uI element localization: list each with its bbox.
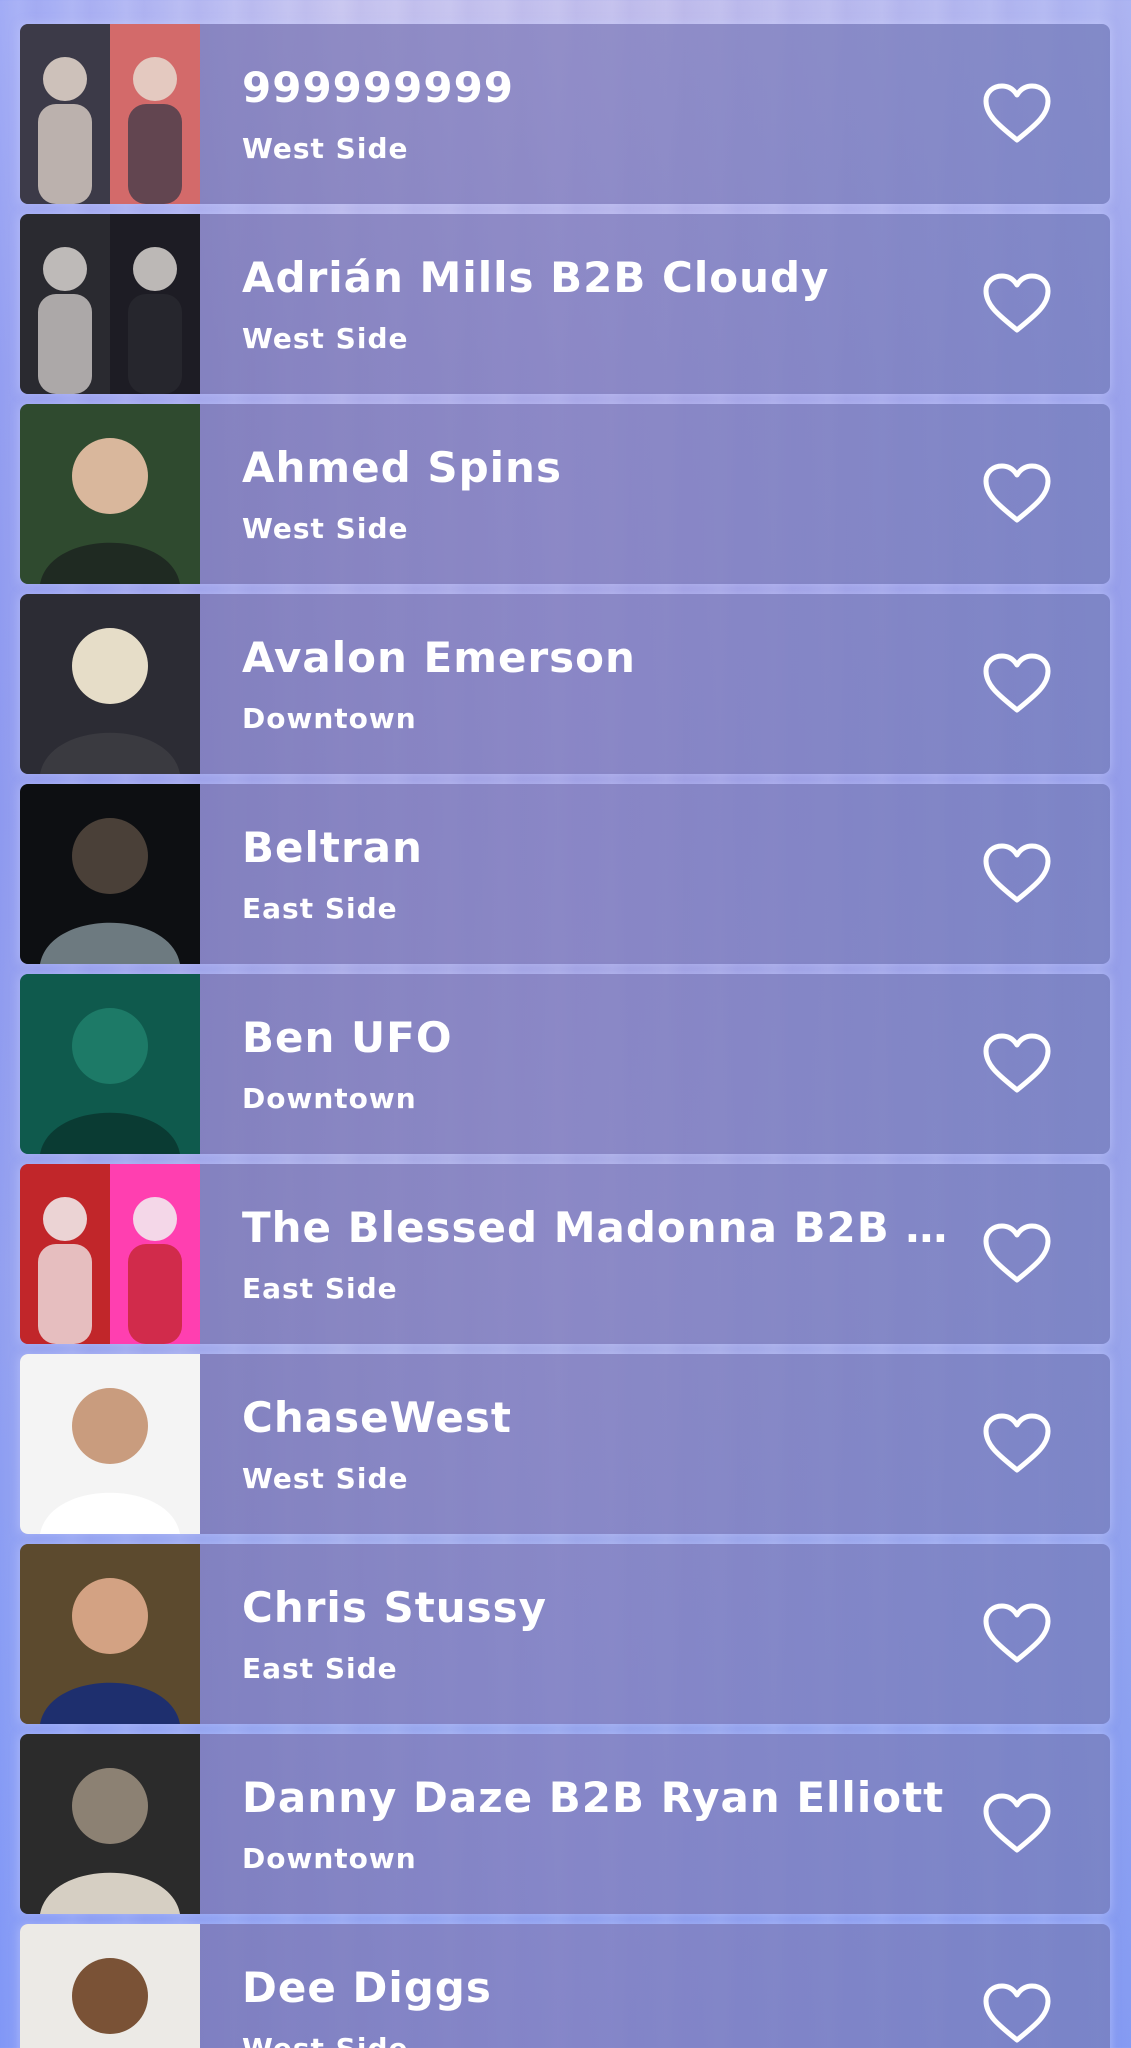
heart-outline-icon [983, 1603, 1051, 1663]
duo-photo [20, 24, 200, 204]
artist-name: 999999999 [242, 63, 515, 112]
favorite-button[interactable] [982, 272, 1052, 336]
portrait-photo [20, 784, 200, 964]
favorite-button[interactable] [982, 842, 1052, 906]
artist-row[interactable]: 999999999 West Side [20, 24, 1110, 204]
heart-outline-icon [983, 1793, 1051, 1853]
portrait-photo [20, 1924, 200, 2048]
artist-location: East Side [242, 1652, 398, 1685]
artist-row[interactable]: Dee Diggs West Side [20, 1924, 1110, 2048]
favorite-button[interactable] [982, 462, 1052, 526]
favorite-button[interactable] [982, 82, 1052, 146]
favorite-button[interactable] [982, 1792, 1052, 1856]
artist-location: West Side [242, 322, 409, 355]
heart-outline-icon [983, 1983, 1051, 2043]
heart-outline-icon [983, 83, 1051, 143]
artist-row[interactable]: The Blessed Madonna B2B H... East Side [20, 1164, 1110, 1344]
favorite-button[interactable] [982, 1982, 1052, 2046]
portrait-photo [20, 594, 200, 774]
heart-outline-icon [983, 1223, 1051, 1283]
artist-name: Ben UFO [242, 1013, 453, 1062]
artist-location: Downtown [242, 1842, 417, 1875]
heart-outline-icon [983, 463, 1051, 523]
artist-name: Danny Daze B2B Ryan Elliott [242, 1773, 945, 1822]
artist-location: West Side [242, 2032, 408, 2048]
artist-location: West Side [242, 512, 409, 545]
artist-name: Chris Stussy [242, 1583, 548, 1632]
artist-name: Beltran [242, 823, 423, 872]
heart-outline-icon [983, 273, 1051, 333]
artist-location: Downtown [242, 702, 417, 735]
artist-name: Adrián Mills B2B Cloudy [242, 253, 830, 302]
artist-name: Ahmed Spins [242, 443, 562, 492]
artist-name: The Blessed Madonna B2B H... [242, 1203, 962, 1252]
portrait-photo [20, 974, 200, 1154]
portrait-photo [20, 1544, 200, 1724]
artist-row[interactable]: Beltran East Side [20, 784, 1110, 964]
artist-row[interactable]: Adrián Mills B2B Cloudy West Side [20, 214, 1110, 394]
favorite-button[interactable] [982, 652, 1052, 716]
artist-row[interactable]: Avalon Emerson Downtown [20, 594, 1110, 774]
artist-row[interactable]: Danny Daze B2B Ryan Elliott Downtown [20, 1734, 1110, 1914]
favorite-button[interactable] [982, 1222, 1052, 1286]
artist-row[interactable]: Ahmed Spins West Side [20, 404, 1110, 584]
portrait-photo [20, 1734, 200, 1914]
artist-location: Downtown [242, 1082, 417, 1115]
artist-name: Dee Diggs [242, 1963, 492, 2012]
artist-name: Avalon Emerson [242, 633, 636, 682]
heart-outline-icon [983, 1413, 1051, 1473]
favorite-button[interactable] [982, 1602, 1052, 1666]
duo-photo [20, 214, 200, 394]
portrait-photo [20, 404, 200, 584]
heart-outline-icon [983, 843, 1051, 903]
artist-name: ChaseWest [242, 1393, 512, 1442]
heart-outline-icon [983, 653, 1051, 713]
artist-row[interactable]: Ben UFO Downtown [20, 974, 1110, 1154]
artist-location: West Side [242, 132, 409, 165]
portrait-photo [20, 1354, 200, 1534]
duo-photo [20, 1164, 200, 1344]
heart-outline-icon [983, 1033, 1051, 1093]
artist-location: East Side [242, 1272, 398, 1305]
artist-row[interactable]: ChaseWest West Side [20, 1354, 1110, 1534]
artist-location: East Side [242, 892, 398, 925]
artist-list: 999999999 West Side Adrián Mills B2B Clo… [20, 24, 1110, 2048]
artist-location: West Side [242, 1462, 409, 1495]
favorite-button[interactable] [982, 1412, 1052, 1476]
artist-row[interactable]: Chris Stussy East Side [20, 1544, 1110, 1724]
favorite-button[interactable] [982, 1032, 1052, 1096]
